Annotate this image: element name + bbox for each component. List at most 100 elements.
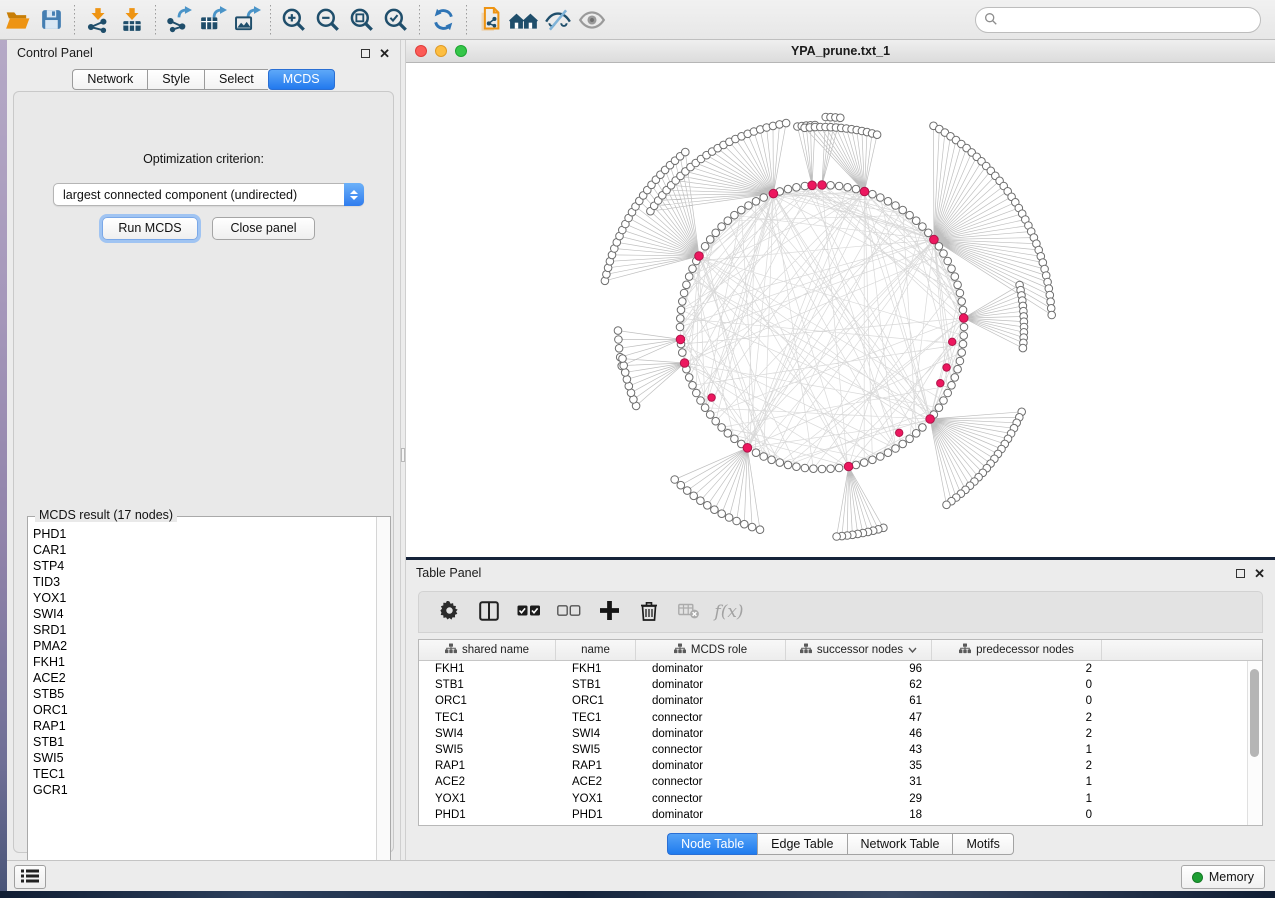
table-cell[interactable]: 61 bbox=[786, 695, 932, 707]
close-panel-icon[interactable]: ✕ bbox=[1254, 569, 1265, 578]
mcds-vertical-scrollbar[interactable] bbox=[376, 517, 390, 874]
table-cell[interactable]: connector bbox=[636, 712, 786, 724]
export-image-button[interactable] bbox=[230, 4, 264, 36]
splitter-handle[interactable] bbox=[401, 448, 405, 462]
table-cell[interactable]: STB1 bbox=[419, 679, 556, 691]
table-cell[interactable]: dominator bbox=[636, 679, 786, 691]
table-cell[interactable]: dominator bbox=[636, 728, 786, 740]
table-cell[interactable]: 46 bbox=[786, 728, 932, 740]
mcds-result-item[interactable]: ORC1 bbox=[33, 702, 371, 718]
mcds-result-item[interactable]: TID3 bbox=[33, 574, 371, 590]
table-cell[interactable]: STB1 bbox=[556, 679, 636, 691]
float-panel-icon[interactable] bbox=[1236, 569, 1245, 578]
tab-mcds[interactable]: MCDS bbox=[268, 69, 335, 90]
zoom-selected-button[interactable] bbox=[379, 4, 413, 36]
memory-button[interactable]: Memory bbox=[1181, 865, 1265, 889]
table-cell[interactable]: 43 bbox=[786, 744, 932, 756]
table-row[interactable]: SWI4SWI4dominator462 bbox=[419, 726, 1247, 742]
table-cell[interactable]: ACE2 bbox=[419, 776, 556, 788]
mcds-result-item[interactable]: STP4 bbox=[33, 558, 371, 574]
select-all-columns-button[interactable] bbox=[509, 594, 549, 630]
table-cell[interactable]: TEC1 bbox=[556, 712, 636, 724]
table-cell[interactable]: 62 bbox=[786, 679, 932, 691]
table-cell[interactable]: connector bbox=[636, 793, 786, 805]
table-cell[interactable]: TEC1 bbox=[419, 712, 556, 724]
table-cell[interactable]: 0 bbox=[932, 695, 1102, 707]
annotation-network-button[interactable] bbox=[473, 4, 507, 36]
zoom-in-button[interactable] bbox=[277, 4, 311, 36]
table-cell[interactable]: FKH1 bbox=[556, 663, 636, 675]
search-input[interactable] bbox=[998, 13, 1260, 27]
export-network-button[interactable] bbox=[162, 4, 196, 36]
mcds-result-item[interactable]: YOX1 bbox=[33, 590, 371, 606]
import-network-button[interactable] bbox=[81, 4, 115, 36]
mcds-result-item[interactable]: FKH1 bbox=[33, 654, 371, 670]
table-cell[interactable]: 2 bbox=[932, 663, 1102, 675]
table-cell[interactable]: dominator bbox=[636, 760, 786, 772]
open-session-button[interactable] bbox=[0, 4, 34, 36]
table-cell[interactable]: ORC1 bbox=[419, 695, 556, 707]
table-row[interactable]: PHD1PHD1dominator180 bbox=[419, 807, 1247, 823]
table-cell[interactable]: 18 bbox=[786, 809, 932, 821]
table-cell[interactable]: 1 bbox=[932, 744, 1102, 756]
mcds-result-item[interactable]: CAR1 bbox=[33, 542, 371, 558]
table-cell[interactable]: SWI4 bbox=[419, 728, 556, 740]
mcds-result-item[interactable]: RAP1 bbox=[33, 718, 371, 734]
column-header-name[interactable]: name bbox=[556, 640, 636, 660]
float-panel-icon[interactable] bbox=[361, 49, 370, 58]
import-table-button[interactable] bbox=[115, 4, 149, 36]
table-cell[interactable]: 0 bbox=[932, 679, 1102, 691]
table-cell[interactable]: FKH1 bbox=[419, 663, 556, 675]
table-row[interactable]: ACE2ACE2connector311 bbox=[419, 774, 1247, 790]
network-canvas[interactable] bbox=[406, 63, 1275, 557]
mcds-result-item[interactable]: STB1 bbox=[33, 734, 371, 750]
table-cell[interactable]: 29 bbox=[786, 793, 932, 805]
zoom-out-button[interactable] bbox=[311, 4, 345, 36]
search-box[interactable] bbox=[975, 7, 1261, 33]
network-window-titlebar[interactable]: YPA_prune.txt_1 bbox=[406, 40, 1275, 63]
table-cell[interactable]: 2 bbox=[932, 760, 1102, 772]
run-mcds-button[interactable]: Run MCDS bbox=[102, 217, 198, 240]
table-cell[interactable]: PHD1 bbox=[419, 809, 556, 821]
table-row[interactable]: TEC1TEC1connector472 bbox=[419, 710, 1247, 726]
optimization-criterion-select[interactable]: largest connected component (undirected) bbox=[53, 183, 364, 206]
table-cell[interactable]: connector bbox=[636, 776, 786, 788]
table-cell[interactable]: YOX1 bbox=[556, 793, 636, 805]
table-cell[interactable]: 96 bbox=[786, 663, 932, 675]
sort-chevron-icon[interactable] bbox=[908, 644, 917, 656]
table-row[interactable]: YOX1YOX1connector291 bbox=[419, 791, 1247, 807]
delete-column-button[interactable] bbox=[629, 594, 669, 630]
export-table-button[interactable] bbox=[196, 4, 230, 36]
hide-graphics-button[interactable] bbox=[541, 4, 575, 36]
close-panel-icon[interactable]: ✕ bbox=[379, 49, 390, 58]
tab-network-table[interactable]: Network Table bbox=[847, 833, 953, 855]
mcds-result-item[interactable]: SWI4 bbox=[33, 606, 371, 622]
table-row[interactable]: SWI5SWI5connector431 bbox=[419, 742, 1247, 758]
column-header-MCDS-role[interactable]: MCDS role bbox=[636, 640, 786, 660]
mcds-result-item[interactable]: PMA2 bbox=[33, 638, 371, 654]
table-cell[interactable]: dominator bbox=[636, 663, 786, 675]
table-cell[interactable]: SWI4 bbox=[556, 728, 636, 740]
tab-edge-table[interactable]: Edge Table bbox=[757, 833, 846, 855]
table-row[interactable]: STB1STB1dominator620 bbox=[419, 677, 1247, 693]
mcds-result-item[interactable]: ACE2 bbox=[33, 670, 371, 686]
table-cell[interactable]: 1 bbox=[932, 776, 1102, 788]
table-cell[interactable]: 47 bbox=[786, 712, 932, 724]
table-row[interactable]: FKH1FKH1dominator962 bbox=[419, 661, 1247, 677]
table-cell[interactable]: dominator bbox=[636, 695, 786, 707]
table-cell[interactable]: RAP1 bbox=[556, 760, 636, 772]
table-cell[interactable]: SWI5 bbox=[556, 744, 636, 756]
tab-network[interactable]: Network bbox=[72, 69, 147, 90]
table-cell[interactable]: 1 bbox=[932, 793, 1102, 805]
table-cell[interactable]: 0 bbox=[932, 809, 1102, 821]
mcds-result-item[interactable]: PHD1 bbox=[33, 526, 371, 542]
table-row[interactable]: ORC1ORC1dominator610 bbox=[419, 693, 1247, 709]
deselect-all-columns-button[interactable] bbox=[549, 594, 589, 630]
table-cell[interactable]: PHD1 bbox=[556, 809, 636, 821]
mcds-result-item[interactable]: TEC1 bbox=[33, 766, 371, 782]
network-graph[interactable] bbox=[406, 63, 1275, 557]
mcds-result-item[interactable]: STB5 bbox=[33, 686, 371, 702]
table-cell[interactable]: connector bbox=[636, 744, 786, 756]
table-row[interactable]: RAP1RAP1dominator352 bbox=[419, 758, 1247, 774]
table-cell[interactable]: YOX1 bbox=[419, 793, 556, 805]
